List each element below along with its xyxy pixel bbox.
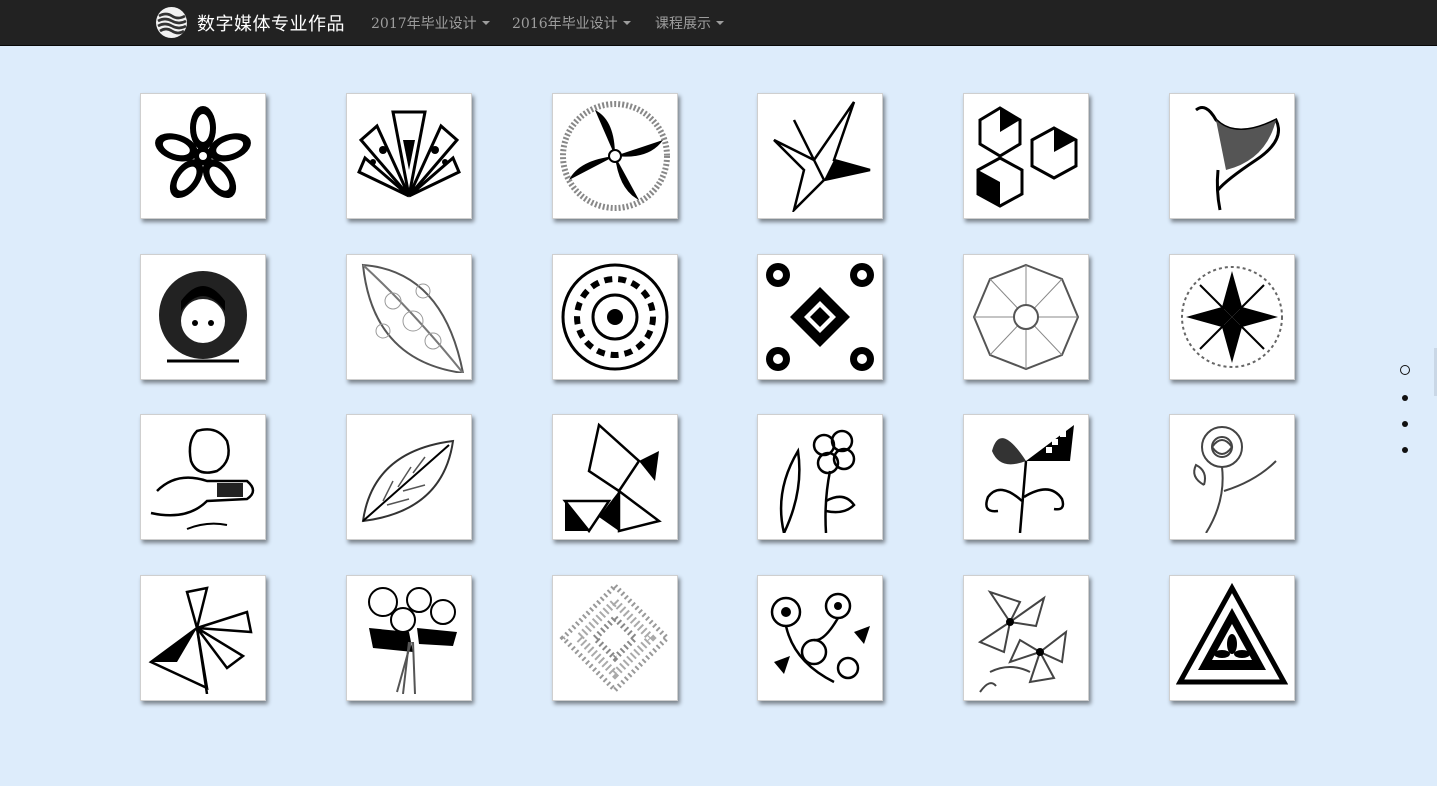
artwork-thumbnail[interactable] <box>552 575 678 701</box>
nav-label-2017: 2017年毕业设计 <box>371 15 477 32</box>
wave-globe-logo-icon <box>156 7 187 38</box>
artwork-thumbnail[interactable] <box>140 414 266 540</box>
artwork-thumbnail[interactable] <box>1169 93 1295 219</box>
artwork-thumbnail[interactable] <box>963 414 1089 540</box>
artwork-thumbnail[interactable] <box>1169 575 1295 701</box>
artwork-thumbnail[interactable] <box>757 93 883 219</box>
pager-dot-3[interactable] <box>1402 421 1408 427</box>
nav-dropdown-2016[interactable]: 2016年毕业设计 <box>512 0 631 45</box>
artwork-thumbnail[interactable] <box>757 254 883 380</box>
circular-mandala-image <box>561 263 669 371</box>
caret-down-icon <box>481 20 490 25</box>
artwork-thumbnail[interactable] <box>552 254 678 380</box>
caret-down-icon <box>716 20 724 25</box>
artwork-thumbnail[interactable] <box>757 414 883 540</box>
artwork-thumbnail[interactable] <box>757 575 883 701</box>
circle-ring-mandala-image <box>560 101 670 211</box>
nav-dropdown-courses[interactable]: 课程展示 <box>655 0 724 45</box>
square-swirl-mandala-image <box>766 263 874 371</box>
artwork-thumbnail[interactable] <box>552 414 678 540</box>
artwork-thumbnail[interactable] <box>963 575 1089 701</box>
artwork-thumbnail[interactable] <box>963 254 1089 380</box>
artwork-thumbnail[interactable] <box>963 93 1089 219</box>
girl-portrait-image <box>159 271 247 363</box>
artwork-thumbnail[interactable] <box>140 575 266 701</box>
artwork-thumbnail[interactable] <box>552 93 678 219</box>
triangle-mandala-image <box>1176 582 1288 685</box>
dotted-diamond-image <box>559 582 671 694</box>
pager-dot-1[interactable] <box>1400 365 1410 375</box>
artwork-thumbnail[interactable] <box>1169 254 1295 380</box>
artwork-thumbnail[interactable] <box>140 93 266 219</box>
brand-link[interactable]: 数字媒体专业作品 <box>156 0 345 45</box>
artwork-thumbnail[interactable] <box>346 254 472 380</box>
nav-dropdown-2017[interactable]: 2017年毕业设计 <box>371 0 490 45</box>
ornate-leaf-image <box>361 263 465 373</box>
lotus-mandala-image <box>1181 266 1283 368</box>
artwork-thumbnail[interactable] <box>346 93 472 219</box>
caret-down-icon <box>622 20 631 25</box>
isometric-cubes-image <box>976 106 1078 208</box>
artwork-thumbnail[interactable] <box>140 254 266 380</box>
flower-mandala-image <box>155 106 251 199</box>
line-mandala-image <box>972 263 1080 371</box>
lion-sketch-image <box>150 428 255 530</box>
kite-petal-flower-image <box>148 586 253 694</box>
calla-lily-image <box>1195 106 1280 211</box>
pager-dot-2[interactable] <box>1402 395 1408 401</box>
rose-image <box>1193 426 1277 533</box>
bouquet-image <box>368 587 457 694</box>
lily-bunch-image <box>977 590 1068 693</box>
artwork-thumbnail[interactable] <box>346 414 472 540</box>
artwork-thumbnail[interactable] <box>346 575 472 701</box>
artwork-thumbnail[interactable] <box>1169 414 1295 540</box>
scroll-flowers-image <box>770 592 870 684</box>
checkered-butterfly-flower-image <box>985 425 1074 533</box>
pager-dot-4[interactable] <box>1402 447 1408 453</box>
geometric-fan-flower-image <box>357 110 461 198</box>
nav-label-courses: 课程展示 <box>655 15 711 32</box>
nav-label-2016: 2016年毕业设计 <box>512 15 618 32</box>
geometric-tangram-image <box>562 422 662 533</box>
doodle-flower-image <box>779 429 856 533</box>
brand-title: 数字媒体专业作品 <box>197 13 345 35</box>
feather-image <box>361 439 455 523</box>
top-navbar: 数字媒体专业作品 2017年毕业设计 2016年毕业设计 课程展示 <box>0 0 1437 46</box>
paper-crane-image <box>773 101 871 212</box>
